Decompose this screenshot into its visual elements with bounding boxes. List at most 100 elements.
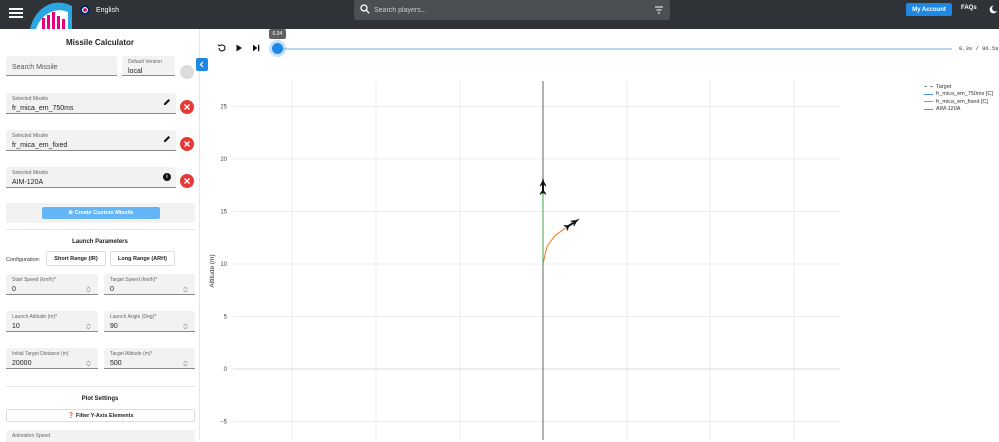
logo[interactable] xyxy=(28,0,74,29)
initial-target-distance-value: 20000 xyxy=(12,360,32,367)
info-icon[interactable]: i xyxy=(163,173,171,181)
menu-icon[interactable] xyxy=(9,6,23,20)
stepper-icon[interactable] xyxy=(86,360,91,367)
stepper-icon[interactable] xyxy=(183,286,188,293)
series-line-2 xyxy=(542,222,574,265)
y-tick-label: 0 xyxy=(224,367,228,373)
configuration-label: Configuration: xyxy=(6,257,41,263)
search-input[interactable] xyxy=(374,0,644,20)
dark-mode-icon[interactable] xyxy=(989,5,998,14)
legend-label: fr_mica_em_fixed [C] xyxy=(936,98,988,105)
language-label: English xyxy=(96,6,119,14)
remove-missile-2-button[interactable] xyxy=(180,137,194,151)
launch-angle-value: 90 xyxy=(110,323,118,330)
replay-icon[interactable] xyxy=(217,43,227,53)
my-account-button[interactable]: My Account xyxy=(906,3,952,16)
legend-swatch xyxy=(924,86,933,88)
filter-icon[interactable] xyxy=(654,5,664,15)
legend-label: Target xyxy=(936,83,952,90)
launch-altitude-label: Launch Altitude (m)* xyxy=(12,314,58,320)
y-tick-label: 10 xyxy=(220,262,227,268)
top-bar: English My Account FAQs xyxy=(0,0,999,29)
close-icon xyxy=(184,178,190,184)
play-icon[interactable] xyxy=(234,43,244,53)
skip-end-icon[interactable] xyxy=(251,43,261,53)
start-speed-field[interactable]: Start Speed (km/h)* 0 xyxy=(6,274,98,295)
start-speed-label: Start Speed (km/h)* xyxy=(12,277,56,283)
faqs-link[interactable]: FAQs xyxy=(961,5,977,11)
missile-marker-icon xyxy=(539,177,547,195)
target-altitude-field[interactable]: Target Altitude (m)* 500 xyxy=(104,348,195,369)
edit-icon[interactable] xyxy=(163,135,171,143)
default-version-select[interactable]: Default Version local xyxy=(122,56,175,76)
timeline-track[interactable] xyxy=(275,48,952,50)
target-altitude-value: 500 xyxy=(110,360,122,367)
language-selector[interactable]: English xyxy=(80,5,119,15)
target-speed-label: Target Speed (km/h)* xyxy=(110,277,158,283)
legend-swatch xyxy=(924,101,933,103)
launch-altitude-field[interactable]: Launch Altitude (m)* 10 xyxy=(6,311,98,332)
stepper-icon[interactable] xyxy=(183,360,188,367)
sidebar-title: Missile Calculator xyxy=(65,38,135,47)
edit-icon[interactable] xyxy=(163,98,171,106)
timeline-thumb[interactable] xyxy=(271,43,283,54)
selected-missile-2[interactable]: Selected Missile fr_mica_em_fixed xyxy=(6,130,176,151)
chart-legend[interactable]: Target fr_mica_em_750ms [C] fr_mica_em_fix… xyxy=(924,83,993,113)
search-icon xyxy=(360,4,370,14)
plot-settings-title: Plot Settings xyxy=(81,396,119,402)
start-speed-value: 0 xyxy=(12,286,16,293)
legend-label: fr_mica_em_750ms [C] xyxy=(936,91,993,98)
y-tick-label: 5 xyxy=(224,315,228,321)
initial-target-distance-field[interactable]: Initial Target Distance (m) 20000 xyxy=(6,348,98,369)
target-speed-value: 0 xyxy=(110,286,114,293)
animation-speed-label: Animation Speed xyxy=(12,433,51,439)
selected-missile-1[interactable]: Selected Missile fr_mica_em_750ms xyxy=(6,93,176,114)
missile-marker-icon xyxy=(563,218,580,231)
filter-y-axis-label: Filter Y-Axis Elements xyxy=(75,412,134,419)
legend-item[interactable]: Target xyxy=(924,83,993,91)
close-icon xyxy=(184,141,190,147)
divider xyxy=(6,386,195,387)
remove-missile-3-button[interactable] xyxy=(180,174,194,188)
y-tick-label: 25 xyxy=(220,105,227,111)
add-missile-button[interactable] xyxy=(180,65,194,79)
trajectory-chart[interactable]: 25 20 15 10 5 0 −5 Altitude (m) xyxy=(200,69,999,440)
legend-swatch xyxy=(924,108,933,110)
selected-missile-label: Selected Missile xyxy=(12,96,49,102)
long-range-arh-button[interactable]: Long Range (ARH) xyxy=(110,251,175,266)
short-range-ir-button[interactable]: Short Range (IR) xyxy=(46,251,106,266)
close-icon xyxy=(184,104,190,110)
filter-y-axis-button[interactable]: ❓ Filter Y-Axis Elements xyxy=(6,409,195,422)
default-version-label: Default Version xyxy=(128,59,162,65)
target-speed-field[interactable]: Target Speed (km/h)* 0 xyxy=(104,274,195,295)
stepper-icon[interactable] xyxy=(183,323,188,330)
remove-missile-1-button[interactable] xyxy=(180,100,194,114)
search-missile-field[interactable]: Search Missile xyxy=(6,56,117,76)
create-custom-missile-button[interactable]: ⊕ Create Custom Missile xyxy=(42,207,160,219)
missile-sidebar: Missile Calculator Search Missile Defaul… xyxy=(0,29,200,442)
default-version-value: local xyxy=(128,68,143,75)
legend-swatch xyxy=(924,93,933,95)
selected-missile-3[interactable]: Selected Missile AIM-120A i xyxy=(6,167,176,188)
launch-parameters-title: Launch Parameters xyxy=(72,239,128,245)
time-readout: 0.3s / 96.5s xyxy=(959,45,999,52)
legend-item[interactable]: fr_mica_em_fixed [C] xyxy=(924,98,993,106)
create-custom-label: Create Custom Missile xyxy=(74,210,134,216)
uk-flag-icon xyxy=(80,5,90,15)
search-missile-placeholder: Search Missile xyxy=(12,64,58,71)
legend-label: AIM-120A xyxy=(936,106,961,113)
initial-target-distance-label: Initial Target Distance (m) xyxy=(12,351,69,357)
player-search xyxy=(354,0,670,20)
y-tick-label: −5 xyxy=(220,420,228,426)
target-altitude-label: Target Altitude (m)* xyxy=(110,351,153,357)
timeline-tooltip: 0.34 xyxy=(268,29,286,39)
animation-speed-field[interactable]: Animation Speed xyxy=(6,430,195,442)
divider xyxy=(6,229,195,230)
stepper-icon[interactable] xyxy=(86,286,91,293)
legend-item[interactable]: fr_mica_em_750ms [C] xyxy=(924,91,993,99)
custom-missile-area: ⊕ Create Custom Missile xyxy=(6,203,195,223)
stepper-icon[interactable] xyxy=(86,323,91,330)
launch-angle-field[interactable]: Launch Angle (Deg)* 90 xyxy=(104,311,195,332)
animation-player: 0.34 0.3s / 96.5s xyxy=(210,29,999,69)
legend-item[interactable]: AIM-120A xyxy=(924,106,993,114)
